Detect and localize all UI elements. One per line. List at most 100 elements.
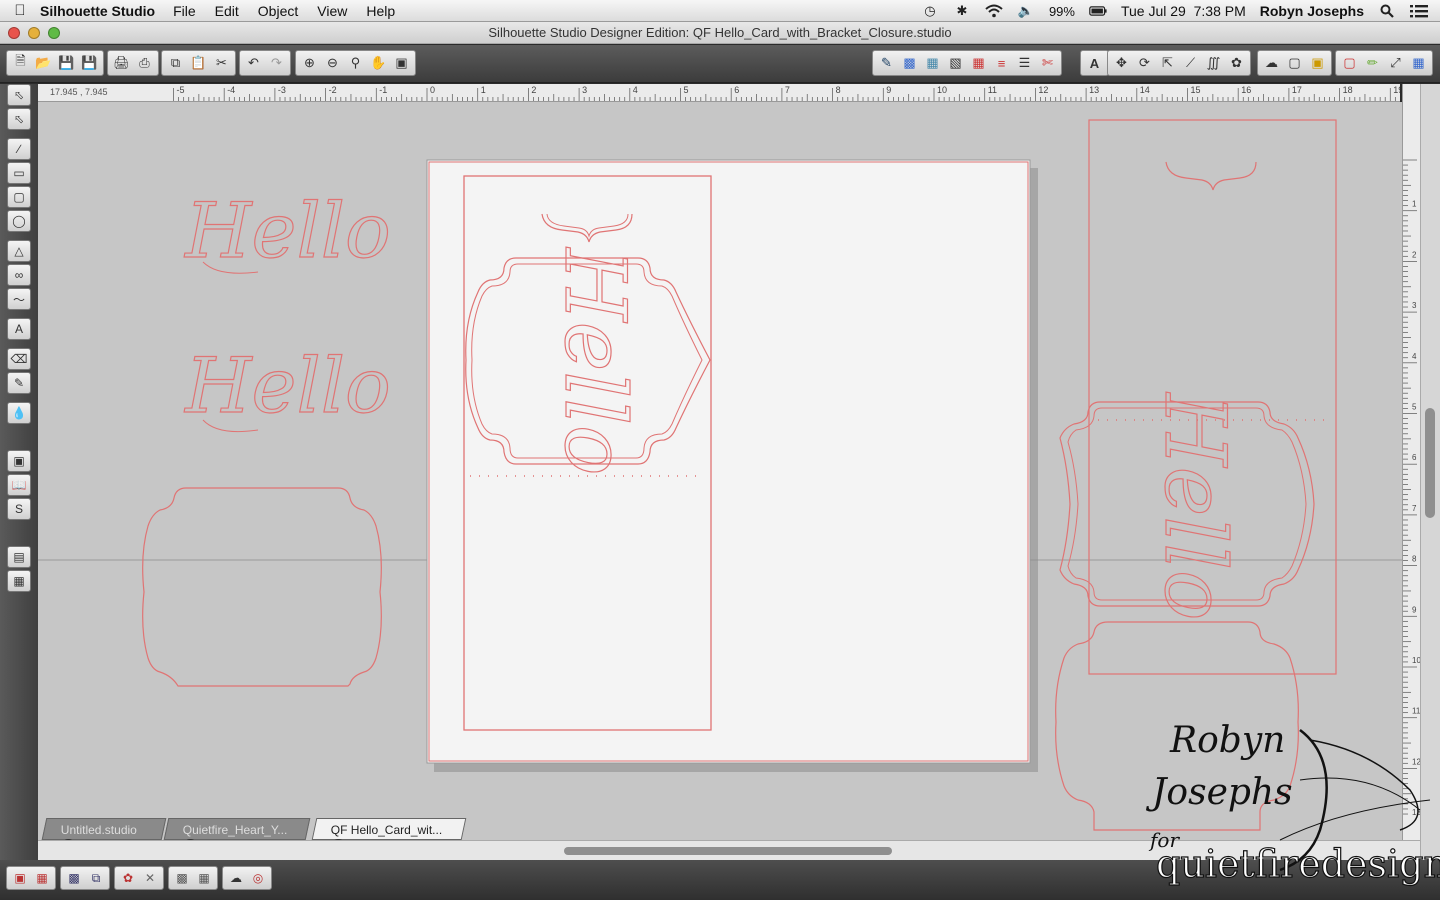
save-to-library-icon[interactable]: 💾	[79, 53, 100, 74]
ellipse-tool-icon[interactable]: ◯	[7, 210, 31, 232]
copy-icon[interactable]: ⧉	[165, 53, 186, 74]
text-tool-icon[interactable]: A	[7, 318, 31, 340]
release-compound-path-icon[interactable]: ⧉	[86, 868, 106, 888]
ruler-tick-label: 0	[430, 85, 435, 95]
delete-icon[interactable]: ✕	[140, 868, 160, 888]
menu-help[interactable]: Help	[366, 3, 395, 19]
new-document-icon[interactable]: 🗎	[10, 53, 31, 74]
hello-script-1[interactable]: Hello	[183, 185, 392, 275]
time-machine-icon[interactable]: ◷	[921, 3, 939, 19]
file-toolbar-group: 🗎 📂 💾 💾	[6, 50, 104, 76]
shear-icon[interactable]: ⟋	[1180, 53, 1201, 74]
apple-menu-icon[interactable]: 	[0, 2, 40, 19]
tab-untitled[interactable]: Untitled.studio✕	[41, 818, 167, 853]
knife-tool-icon[interactable]: ✎	[7, 372, 31, 394]
vruler-tick-label: 8	[1412, 555, 1417, 564]
replicate-icon[interactable]: ✿	[1226, 53, 1247, 74]
move-icon[interactable]: ✥	[1111, 53, 1132, 74]
offset-icon[interactable]: ◎	[248, 868, 268, 888]
volume-icon[interactable]: 🔈	[1017, 3, 1035, 19]
cut-settings-icon[interactable]: ▣	[1307, 53, 1328, 74]
rectangle-tool-icon[interactable]: ▭	[7, 162, 31, 184]
clock[interactable]: Tue Jul 29 7:38 PM	[1121, 3, 1246, 19]
text-toolbar-group: A	[1080, 50, 1109, 76]
fit-to-page-icon[interactable]: ▣	[391, 53, 412, 74]
ungroup-icon[interactable]: ▦	[32, 868, 52, 888]
print-icon[interactable]: 🖨	[111, 53, 132, 74]
cutting-mat-page[interactable]	[426, 159, 1031, 764]
vertical-scroll-thumb[interactable]	[1425, 408, 1435, 518]
scale-icon[interactable]: ⇱	[1157, 53, 1178, 74]
eyedropper-tool-icon[interactable]: 💧	[7, 402, 31, 424]
print-cut-icon[interactable]: ⎙	[134, 53, 155, 74]
select-tool-icon[interactable]: ⬁	[7, 84, 31, 106]
tab-qf-hello-card[interactable]: QF Hello_Card_wit...✕	[311, 818, 467, 853]
menu-view[interactable]: View	[317, 3, 347, 19]
battery-icon[interactable]	[1089, 3, 1107, 19]
redo-icon[interactable]: ↷	[266, 53, 287, 74]
curve-tool-icon[interactable]: ∞	[7, 264, 31, 286]
line-style-icon[interactable]: ☰	[1014, 53, 1035, 74]
wifi-icon[interactable]	[985, 3, 1003, 19]
spotlight-search-icon[interactable]	[1378, 3, 1396, 19]
group-toolbar-group: ▣ ▦	[6, 866, 56, 890]
fill-pattern-icon[interactable]: ▦	[922, 53, 943, 74]
bracket-shape-offpage[interactable]	[142, 487, 382, 687]
eraser-tool-icon[interactable]: ⌫	[7, 348, 31, 370]
make-compound-path-icon[interactable]: ▩	[64, 868, 84, 888]
freehand-tool-icon[interactable]: 〜	[7, 288, 31, 310]
menu-object[interactable]: Object	[258, 3, 298, 19]
save-icon[interactable]: 💾	[56, 53, 77, 74]
rotate-icon[interactable]: ⟳	[1134, 53, 1155, 74]
polygon-tool-icon[interactable]: △	[7, 240, 31, 262]
paste-icon[interactable]: 📋	[188, 53, 209, 74]
rounded-rectangle-tool-icon[interactable]: ▢	[7, 186, 31, 208]
notification-center-icon[interactable]	[1410, 3, 1428, 19]
horizontal-ruler: -5-4-3-2-1012345678910111213141516171819	[38, 84, 1400, 102]
split-view-top-icon[interactable]: ▤	[7, 546, 31, 568]
register-marks-icon[interactable]: ▢	[1339, 53, 1360, 74]
user-menu[interactable]: Robyn Josephs	[1260, 3, 1364, 19]
horizontal-scroll-thumb[interactable]	[564, 847, 892, 855]
fill-gradient-icon[interactable]: ▩	[899, 53, 920, 74]
cut-style-icon[interactable]: ✄	[1037, 53, 1058, 74]
pan-icon[interactable]: ✋	[368, 53, 389, 74]
line-tool-icon[interactable]: ∕	[7, 138, 31, 160]
app-menu[interactable]: Silhouette Studio	[40, 3, 155, 19]
page-settings-tool-icon[interactable]: ▣	[7, 450, 31, 472]
library-icon[interactable]: ☁	[1261, 53, 1282, 74]
fullscreen-icon[interactable]: ⤢	[1385, 53, 1406, 74]
zoom-selection-icon[interactable]: ⚲	[345, 53, 366, 74]
ruler-tick-label: 8	[836, 85, 841, 95]
shadow-icon[interactable]: ▧	[945, 53, 966, 74]
page-setup-icon[interactable]: ▢	[1284, 53, 1305, 74]
group-icon[interactable]: ▣	[10, 868, 30, 888]
zoom-out-icon[interactable]: ⊖	[322, 53, 343, 74]
trace-icon[interactable]: ☁	[226, 868, 246, 888]
silhouette-store-icon[interactable]: S	[7, 498, 31, 520]
menu-file[interactable]: File	[173, 3, 196, 19]
bluetooth-icon[interactable]: ✱	[953, 3, 971, 19]
align-icon[interactable]: ∭	[1203, 53, 1224, 74]
split-view-bottom-icon[interactable]: ▦	[7, 570, 31, 592]
vruler-tick-label: 3	[1412, 301, 1417, 310]
show-grid-icon[interactable]: ▦	[1408, 53, 1429, 74]
zoom-in-icon[interactable]: ⊕	[299, 53, 320, 74]
tab-quietfire-heart[interactable]: Quietfire_Heart_Y...✕	[163, 818, 311, 853]
line-color-icon[interactable]: ≡	[991, 53, 1012, 74]
edit-points-tool-icon[interactable]: ⬁	[7, 108, 31, 130]
weld-icon[interactable]: ✿	[118, 868, 138, 888]
grid-icon[interactable]: ▦	[968, 53, 989, 74]
ruler-tick-label: 16	[1241, 85, 1251, 95]
bring-forward-icon[interactable]: ▩	[172, 868, 192, 888]
open-folder-icon[interactable]: 📂	[33, 53, 54, 74]
text-style-icon[interactable]: A	[1084, 53, 1105, 74]
sketch-icon[interactable]: ✏	[1362, 53, 1383, 74]
hello-script-2[interactable]: Hello	[183, 340, 392, 430]
fill-color-icon[interactable]: ✎	[876, 53, 897, 74]
send-backward-icon[interactable]: ▦	[194, 868, 214, 888]
library-tool-icon[interactable]: 📖	[7, 474, 31, 496]
menu-edit[interactable]: Edit	[215, 3, 239, 19]
cut-icon[interactable]: ✂	[211, 53, 232, 74]
undo-icon[interactable]: ↶	[243, 53, 264, 74]
